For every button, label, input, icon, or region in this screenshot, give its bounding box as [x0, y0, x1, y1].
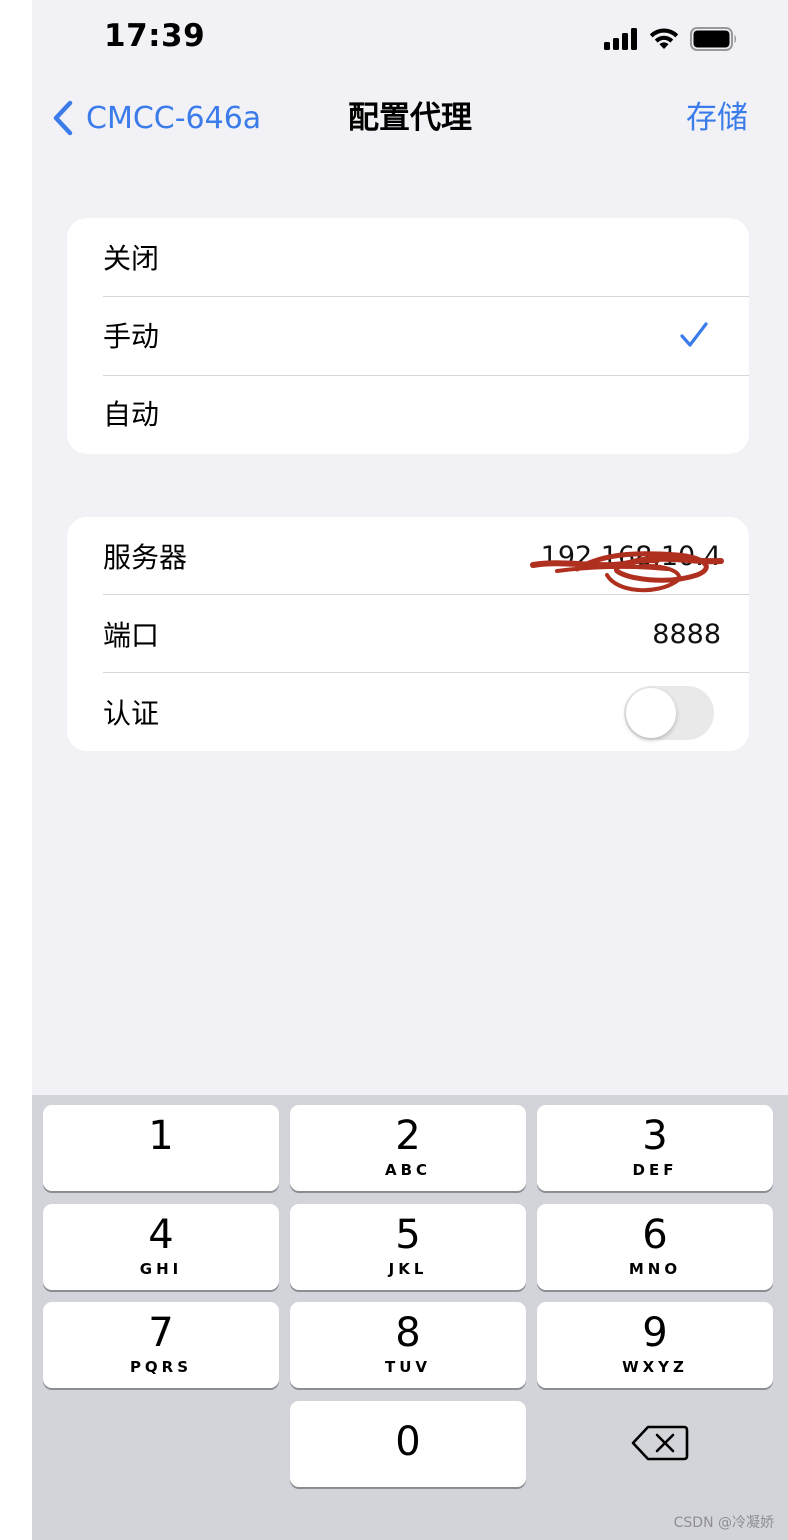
- key-3[interactable]: 3 DEF: [537, 1105, 773, 1191]
- key-letters: DEF: [632, 1161, 678, 1179]
- key-digit: 8: [395, 1310, 421, 1356]
- proxy-option-auto[interactable]: 自动: [67, 374, 749, 452]
- key-digit: 0: [395, 1419, 421, 1465]
- key-digit: 9: [642, 1310, 668, 1356]
- key-letters: ABC: [384, 1161, 432, 1179]
- battery-icon: [690, 27, 736, 51]
- key-letters: PQRS: [129, 1358, 193, 1376]
- proxy-option-label: 关闭: [103, 242, 160, 275]
- status-icons: [604, 24, 738, 54]
- key-digit: 1: [148, 1113, 174, 1159]
- key-5[interactable]: 5 JKL: [290, 1204, 526, 1290]
- key-letters: WXYZ: [622, 1358, 688, 1376]
- key-0[interactable]: 0: [290, 1401, 526, 1487]
- key-9[interactable]: 9 WXYZ: [537, 1302, 773, 1388]
- cellular-signal-icon: [604, 28, 637, 50]
- key-2[interactable]: 2 ABC: [290, 1105, 526, 1191]
- screenshot-canvas: 17:39 配置代理 CMCC-646a 存储 关闭 手动 自动 服务器 192…: [0, 0, 788, 1540]
- toggle-knob: [626, 688, 676, 738]
- proxy-option-off[interactable]: 关闭: [67, 218, 749, 296]
- checkmark-icon: [680, 322, 708, 347]
- auth-toggle[interactable]: [624, 686, 714, 740]
- key-letters: GHI: [139, 1260, 183, 1278]
- auth-label: 认证: [103, 697, 160, 730]
- key-8[interactable]: 8 TUV: [290, 1302, 526, 1388]
- key-7[interactable]: 7 PQRS: [43, 1302, 279, 1388]
- proxy-mode-list: 关闭 手动 自动: [67, 218, 749, 454]
- port-value[interactable]: 8888: [652, 619, 721, 650]
- port-label: 端口: [103, 619, 160, 652]
- key-6[interactable]: 6 MNO: [537, 1204, 773, 1290]
- key-digit: 2: [395, 1113, 421, 1159]
- auth-row: 认证: [67, 673, 749, 751]
- key-letters: TUV: [384, 1358, 432, 1376]
- server-row[interactable]: 服务器 192.168.10.4: [67, 517, 749, 595]
- port-row[interactable]: 端口 8888: [67, 595, 749, 673]
- proxy-settings-list: 服务器 192.168.10.4 端口 8888 认证: [67, 517, 749, 751]
- proxy-option-manual[interactable]: 手动: [67, 296, 749, 374]
- redaction-scribble: [530, 551, 724, 593]
- key-digit: 5: [395, 1212, 421, 1258]
- chevron-left-icon: [53, 100, 73, 136]
- key-1[interactable]: 1: [43, 1105, 279, 1191]
- proxy-option-label: 自动: [103, 398, 160, 431]
- key-letters: JKL: [388, 1260, 428, 1278]
- back-button[interactable]: CMCC-646a: [52, 96, 261, 140]
- delete-left-icon[interactable]: [630, 1423, 690, 1463]
- wifi-icon: [649, 28, 679, 49]
- proxy-option-label: 手动: [103, 320, 160, 353]
- key-digit: 7: [148, 1310, 174, 1356]
- status-time: 17:39: [104, 18, 206, 54]
- key-digit: 6: [642, 1212, 668, 1258]
- key-4[interactable]: 4 GHI: [43, 1204, 279, 1290]
- numeric-keypad: 1 2 ABC 3 DEF 4 GHI 5 JKL 6 MNO 7 PQRS 8…: [32, 1095, 788, 1540]
- key-digit: 3: [642, 1113, 668, 1159]
- key-digit: 4: [148, 1212, 174, 1258]
- server-label: 服务器: [103, 541, 188, 574]
- save-button[interactable]: 存储: [686, 96, 748, 140]
- watermark: CSDN @冷凝娇: [673, 1515, 774, 1531]
- back-button-label: CMCC-646a: [86, 100, 262, 136]
- phone-screen: 17:39 配置代理 CMCC-646a 存储 关闭 手动 自动 服务器 192…: [32, 0, 788, 1540]
- key-letters: MNO: [628, 1260, 682, 1278]
